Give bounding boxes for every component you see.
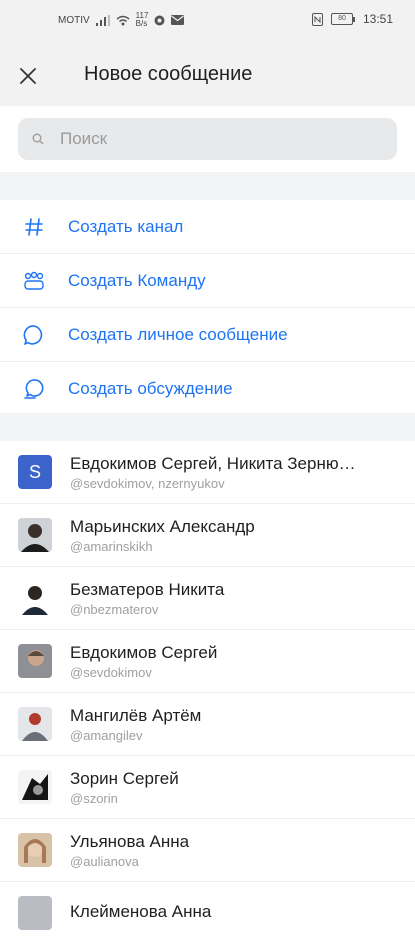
battery-icon: 80 <box>330 13 355 25</box>
list-item[interactable]: Ульянова Анна @aulianova <box>0 819 415 882</box>
avatar <box>18 770 52 804</box>
contact-username: @szorin <box>70 790 118 806</box>
list-item[interactable]: Клейменова Анна <box>0 882 415 944</box>
avatar <box>18 644 52 678</box>
contact-name: Евдокимов Сергей <box>70 642 218 662</box>
contact-username: @amarinskikh <box>70 538 153 554</box>
contact-name: Безматеров Никита <box>70 579 225 599</box>
carrier-label: MOTIV <box>58 14 90 26</box>
avatar <box>18 833 52 867</box>
avatar: S <box>18 455 52 489</box>
contact-username: @nbezmaterov <box>70 601 159 617</box>
close-icon <box>20 68 36 84</box>
signal-icon <box>95 14 110 26</box>
avatar <box>18 896 52 930</box>
contact-name: Зорин Сергей <box>70 768 179 788</box>
contact-username: @sevdokimov, nzernyukov <box>70 475 225 491</box>
list-item[interactable]: Марьинских Александр @amarinskikh <box>0 504 415 567</box>
create-channel-label: Создать канал <box>68 216 184 236</box>
contacts-list: S Евдокимов Сергей, Никита Зерню… @sevdo… <box>0 441 415 944</box>
create-direct-message-button[interactable]: Создать личное сообщение <box>0 308 415 362</box>
create-discussion-label: Создать обсуждение <box>68 378 233 398</box>
search-section: Поиск <box>0 106 415 172</box>
mail-icon <box>171 15 185 25</box>
battery-level: 80 <box>330 13 353 25</box>
avatar <box>18 581 52 615</box>
search-placeholder: Поиск <box>60 129 108 148</box>
chat-bubble-icon <box>0 324 68 346</box>
status-right: 80 13:51 <box>311 12 393 26</box>
hash-icon <box>0 217 68 237</box>
wifi-icon <box>116 15 130 25</box>
app-header: Новое сообщение <box>0 46 415 106</box>
list-item[interactable]: Зорин Сергей @szorin <box>0 756 415 819</box>
create-channel-button[interactable]: Создать канал <box>0 200 415 254</box>
contact-username: @aulianova <box>70 853 139 869</box>
contact-username: @amangilev <box>70 727 143 743</box>
separator <box>0 413 415 441</box>
list-item[interactable]: Безматеров Никита @nbezmaterov <box>0 567 415 630</box>
status-left: MOTIV 117 B/s <box>58 12 185 28</box>
avatar <box>18 518 52 552</box>
page-title: Новое сообщение <box>84 63 253 85</box>
contact-name: Евдокимов Сергей, Никита Зерню… <box>70 453 356 473</box>
list-item[interactable]: S Евдокимов Сергей, Никита Зерню… @sevdo… <box>0 441 415 504</box>
search-input[interactable]: Поиск <box>18 118 397 160</box>
avatar <box>18 707 52 741</box>
status-bar: MOTIV 117 B/s 80 13:51 <box>0 0 415 46</box>
create-direct-message-label: Создать личное сообщение <box>68 324 288 344</box>
create-team-label: Создать Команду <box>68 270 206 290</box>
clock: 13:51 <box>362 12 393 26</box>
close-button[interactable] <box>14 62 42 90</box>
speed-unit: B/s <box>135 19 148 28</box>
contact-name: Ульянова Анна <box>70 831 190 851</box>
nfc-icon <box>311 12 323 26</box>
contact-name: Мангилёв Артём <box>70 705 202 725</box>
contact-name: Клейменова Анна <box>70 902 212 921</box>
search-icon <box>32 132 46 146</box>
discussion-icon <box>0 378 68 400</box>
separator <box>0 172 415 200</box>
contact-name: Марьинских Александр <box>70 516 255 536</box>
create-team-button[interactable]: Создать Команду <box>0 254 415 308</box>
list-item[interactable]: Евдокимов Сергей @sevdokimov <box>0 630 415 693</box>
network-speed: 117 B/s <box>136 12 149 28</box>
sync-icon <box>154 15 165 25</box>
team-icon <box>0 271 68 291</box>
actions-list: Создать канал Создать Команду Создать ли… <box>0 200 415 415</box>
create-discussion-button[interactable]: Создать обсуждение <box>0 362 415 415</box>
contact-username: @sevdokimov <box>70 664 152 680</box>
list-item[interactable]: Мангилёв Артём @amangilev <box>0 693 415 756</box>
